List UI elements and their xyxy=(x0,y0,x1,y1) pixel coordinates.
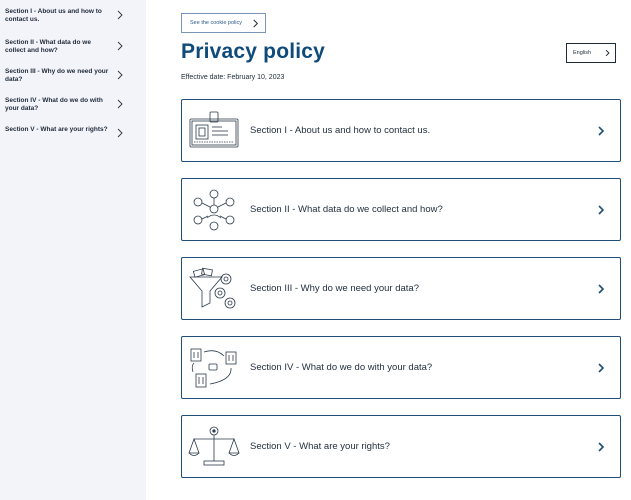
sidebar-item-section-3[interactable]: Section III - Why do we need your data? xyxy=(5,68,125,83)
section-card-label: Section III - Why do we need your data? xyxy=(250,283,419,294)
section-card-label: Section I - About us and how to contact … xyxy=(250,125,431,136)
sidebar-item-section-1[interactable]: Section I - About us and how to contact … xyxy=(5,8,125,23)
chevron-right-icon xyxy=(117,128,123,138)
section-card-label: Section IV - What do we do with your dat… xyxy=(250,362,433,373)
page-title: Privacy policy xyxy=(181,40,326,63)
section-card-label: Section V - What are your rights? xyxy=(250,441,390,452)
chevron-right-icon xyxy=(598,204,605,215)
chevron-right-icon xyxy=(253,19,259,27)
language-select[interactable]: English xyxy=(566,43,616,63)
section-card-5[interactable]: Section V - What are your rights? xyxy=(181,415,621,478)
chevron-right-icon xyxy=(598,125,605,136)
chevron-right-icon xyxy=(117,70,123,80)
chevron-right-icon xyxy=(598,441,605,452)
scales-icon xyxy=(188,426,240,465)
language-selected-value: English xyxy=(573,50,592,56)
section-card-3[interactable]: Section III - Why do we need your data? xyxy=(181,257,621,320)
chevron-right-icon xyxy=(117,41,123,51)
funnel-gears-icon xyxy=(189,267,236,308)
chevron-right-icon xyxy=(598,362,605,373)
sidebar-item-label: Section V - What are your rights? xyxy=(5,126,108,133)
chevron-right-icon xyxy=(117,99,123,109)
sidebar-item-label: Section III - Why do we need your data? xyxy=(5,68,109,83)
cookie-policy-button[interactable]: See the cookie policy xyxy=(181,13,266,33)
section-card-1[interactable]: Section I - About us and how to contact … xyxy=(181,99,621,162)
sidebar-nav: Section I - About us and how to contact … xyxy=(0,0,146,500)
cookie-policy-label: See the cookie policy xyxy=(190,20,242,26)
sidebar-item-label: Section II - What data do we collect and… xyxy=(5,39,91,54)
buildings-cycle-icon xyxy=(190,348,237,387)
sidebar-item-label: Section I - About us and how to contact … xyxy=(5,8,102,23)
chevron-right-icon xyxy=(598,283,605,294)
section-card-4[interactable]: Section IV - What do we do with your dat… xyxy=(181,336,621,399)
sidebar-item-section-2[interactable]: Section II - What data do we collect and… xyxy=(5,39,125,54)
effective-date: Effective date: February 10, 2023 xyxy=(181,74,285,81)
data-network-icon xyxy=(193,189,235,230)
section-card-label: Section II - What data do we collect and… xyxy=(250,204,443,215)
chevron-right-icon xyxy=(117,10,123,20)
sidebar-item-label: Section IV - What do we do with your dat… xyxy=(5,97,103,112)
sidebar-item-section-4[interactable]: Section IV - What do we do with your dat… xyxy=(5,97,125,112)
sidebar-item-section-5[interactable]: Section V - What are your rights? xyxy=(5,126,125,138)
section-card-2[interactable]: Section II - What data do we collect and… xyxy=(181,178,621,241)
chevron-right-icon xyxy=(605,49,610,57)
id-card-icon xyxy=(189,111,239,147)
